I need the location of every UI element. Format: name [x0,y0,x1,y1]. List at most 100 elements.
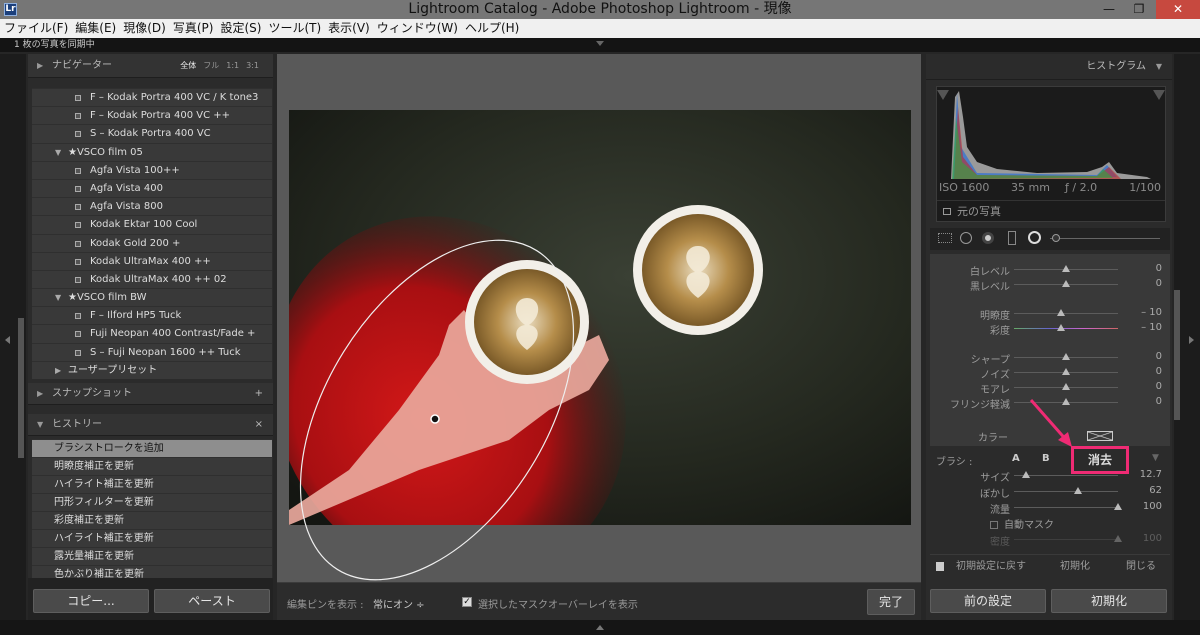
slider-knob[interactable] [1062,368,1070,375]
slider-knob[interactable] [1114,503,1122,510]
minimize-button[interactable]: — [1096,0,1122,19]
preset-item[interactable]: Kodak Gold 200 + [32,233,272,252]
zoom-3-1[interactable]: 3:1 [246,61,259,70]
slider-value[interactable]: 0 [1156,381,1162,392]
slider-knob[interactable] [1056,309,1065,316]
preset-item[interactable]: Kodak UltraMax 400 ++ [32,251,272,270]
menu-view[interactable]: 表示(V) [324,19,373,38]
image-canvas[interactable] [277,54,921,582]
histogram[interactable]: ISO 1600 35 mm ƒ / 2.0 1/100 元の写真 [936,86,1166,222]
history-item[interactable]: ブラシストロークを追加 [32,439,272,457]
panel-switch-icon[interactable] [936,562,944,571]
adjustment-brush-icon[interactable] [1052,234,1060,242]
graduated-filter-icon[interactable] [1008,231,1016,245]
previous-settings-button[interactable]: 前の設定 [930,589,1046,613]
preset-item[interactable]: Kodak Ektar 100 Cool [32,215,272,234]
reset-defaults-link[interactable]: 初期設定に戻す [956,555,1026,579]
slider-value[interactable]: 0 [1156,263,1162,274]
slider-track[interactable] [1014,328,1118,329]
slider-knob[interactable] [1022,471,1031,478]
maximize-button[interactable]: ❐ [1126,0,1152,19]
clear-history-button[interactable]: × [255,414,263,436]
crop-tool-icon[interactable] [938,233,952,243]
reset-button[interactable]: 初期化 [1051,589,1167,613]
history-item[interactable]: 円形フィルターを更新 [32,493,272,511]
close-button[interactable]: ✕ [1156,0,1200,19]
history-item[interactable]: 明瞭度補正を更新 [32,457,272,475]
history-header[interactable]: ▼ ヒストリー × [28,414,273,436]
snapshot-header[interactable]: ▶ スナップショット + [28,383,273,405]
slider-value[interactable]: 12.7 [1140,469,1162,480]
history-item[interactable]: 彩度補正を更新 [32,511,272,529]
menu-file[interactable]: ファイル(F) [0,19,71,38]
zoom-fill[interactable]: フル [203,61,219,70]
slider-track[interactable] [1014,507,1118,508]
menu-photo[interactable]: 写真(P) [169,19,217,38]
filmstrip-toggle-icon[interactable] [596,625,604,630]
slider-value[interactable]: 100 [1143,533,1162,544]
preset-item[interactable]: F – Kodak Portra 400 VC ++ [32,106,272,125]
preset-folder[interactable]: ▶ ユーザープリセット [32,360,272,379]
preset-item[interactable]: Fuji Neopan 400 Contrast/Fade + [32,324,272,343]
navigator-header[interactable]: ▶ ナビゲーター 全体 フル 1:1 3:1 [28,54,273,78]
original-photo-checkbox[interactable] [943,208,951,215]
menu-edit[interactable]: 編集(E) [71,19,119,38]
color-swatch[interactable] [1087,431,1113,441]
slider-knob[interactable] [1062,280,1070,287]
slider-knob[interactable] [1114,535,1122,542]
show-overlay-checkbox[interactable]: ✓ [462,597,472,607]
slider-knob[interactable] [1074,487,1083,494]
history-item[interactable]: ハイライト補正を更新 [32,529,272,547]
top-panel-toggle-icon[interactable] [596,41,604,46]
preset-item[interactable]: S – Kodak Portra 400 VC [32,124,272,143]
slider-value[interactable]: 0 [1156,366,1162,377]
close-link[interactable]: 閉じる [1126,555,1156,579]
erase-brush-button[interactable]: 消去 [1071,446,1129,474]
slider-value[interactable]: 62 [1149,485,1162,496]
spot-removal-icon[interactable] [960,232,972,244]
zoom-fit[interactable]: 全体 [180,61,196,70]
right-panel-toggle-icon[interactable] [1189,336,1194,344]
brush-b-button[interactable]: B [1042,453,1050,464]
original-photo-row[interactable]: 元の写真 [937,200,1165,222]
preset-item[interactable]: Kodak UltraMax 400 ++ 02 [32,269,272,289]
slider-value[interactable]: 0 [1156,278,1162,289]
slider-track[interactable] [1014,491,1118,492]
paste-button[interactable]: ペースト [154,589,270,613]
preset-item[interactable]: Agfa Vista 100++ [32,160,272,179]
preset-item[interactable]: S – Fuji Neopan 1600 ++ Tuck [32,342,272,361]
slider-knob[interactable] [1056,324,1065,331]
slider-value[interactable]: 0 [1156,351,1162,362]
slider-knob[interactable] [1062,398,1070,405]
preset-item[interactable]: F – Ilford HP5 Tuck [32,306,272,325]
add-snapshot-button[interactable]: + [255,383,263,405]
radial-filter-icon[interactable] [1028,231,1041,244]
histogram-header[interactable]: ヒストグラム ▼ [926,54,1172,80]
slider-knob[interactable] [1062,383,1070,390]
pins-dropdown[interactable]: 常にオン ÷ [373,596,425,611]
red-eye-icon[interactable] [982,232,994,244]
preset-item[interactable]: F – Kodak Portra 400 VC / K tone3 [32,88,272,107]
menu-help[interactable]: ヘルプ(H) [461,19,522,38]
preset-folder[interactable]: ▼ ★VSCO film BW [32,288,272,307]
left-panel-scroll-handle[interactable] [18,318,24,458]
brush-a-button[interactable]: A [1012,453,1020,464]
zoom-1-1[interactable]: 1:1 [226,61,239,70]
done-button[interactable]: 完了 [867,589,915,615]
slider-knob[interactable] [1062,265,1070,272]
brush-menu-icon[interactable]: ▼ [1152,453,1159,463]
auto-mask-checkbox[interactable] [990,521,998,529]
menu-develop[interactable]: 現像(D) [119,19,169,38]
history-item[interactable]: ハイライト補正を更新 [32,475,272,493]
slider-value[interactable]: 0 [1156,396,1162,407]
slider-value[interactable]: – 10 [1141,322,1162,333]
slider-knob[interactable] [1062,353,1070,360]
preset-item[interactable]: Agfa Vista 800 [32,197,272,216]
init-link[interactable]: 初期化 [1060,555,1090,579]
preset-item[interactable]: Agfa Vista 400 [32,178,272,198]
auto-mask-row[interactable]: 自動マスク [990,516,1054,531]
slider-value[interactable]: 100 [1143,501,1162,512]
slider-track[interactable] [1014,539,1118,540]
left-panel-toggle-icon[interactable] [5,336,10,344]
history-item[interactable]: 露光量補正を更新 [32,547,272,565]
